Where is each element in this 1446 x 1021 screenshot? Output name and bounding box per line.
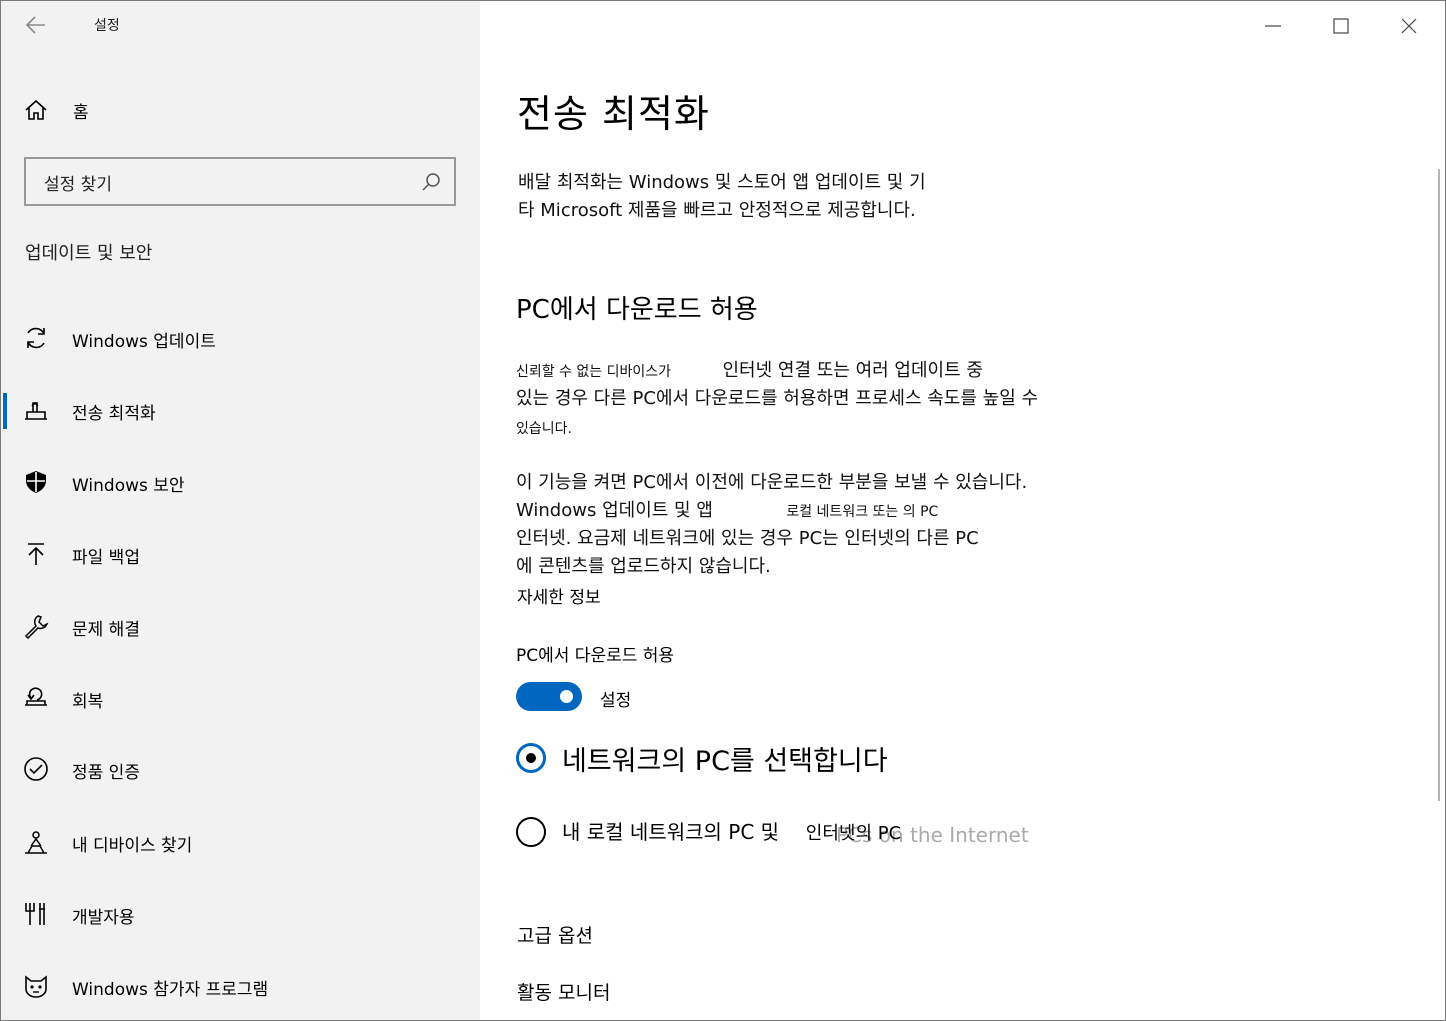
description-fragment: 로컬 네트워크 또는 의 PC bbox=[786, 504, 939, 520]
main-content: 전송 최적화 배달 최적화는 Windows 및 스토어 앱 업데이트 및 기 … bbox=[480, 1, 1445, 1020]
search-icon[interactable] bbox=[420, 171, 442, 193]
app-title: 설정 bbox=[94, 18, 120, 34]
back-arrow-icon[interactable] bbox=[23, 13, 49, 37]
sync-icon bbox=[27, 327, 45, 349]
radio-label[interactable]: 네트워크의 PC를 선택합니다 bbox=[562, 739, 888, 778]
home-label: 홈 bbox=[73, 102, 89, 123]
radio-dot bbox=[526, 753, 536, 763]
radio-local-network[interactable] bbox=[516, 743, 546, 773]
scrollbar[interactable] bbox=[1438, 169, 1440, 801]
page-title: 전송 최적화 bbox=[517, 92, 710, 136]
sidebar-item-label: Windows 참가자 프로그램 bbox=[72, 980, 269, 1000]
description-fragment: 인터넷 연결 또는 여러 업데이트 중 bbox=[722, 360, 983, 381]
sidebar-item-label: 정품 인증 bbox=[72, 763, 140, 783]
toggle-label: PC에서 다운로드 허용 bbox=[516, 646, 675, 666]
developer-tools-icon bbox=[25, 903, 45, 925]
delivery-icon bbox=[25, 401, 47, 420]
insider-cat-icon bbox=[25, 975, 47, 998]
sidebar-item-label: 내 디바이스 찾기 bbox=[72, 836, 193, 856]
description-line: Windows 업데이트 및 앱 로컬 네트워크 또는 의 PC bbox=[516, 497, 938, 526]
sidebar-item-label: 파일 백업 bbox=[72, 548, 140, 568]
description-line: 인터넷. 요금제 네트워크에 있는 경우 PC는 인터넷의 다른 PC bbox=[516, 528, 979, 549]
sidebar-section-title: 업데이트 및 보안 bbox=[25, 243, 153, 264]
recovery-icon bbox=[25, 687, 47, 706]
sidebar-item-troubleshoot[interactable]: 문제 해결 bbox=[1, 605, 480, 649]
learn-more-link[interactable]: 자세한 정보 bbox=[517, 583, 601, 608]
sidebar-item-developers[interactable]: 개발자용 bbox=[1, 893, 480, 937]
description-fragment: Windows 업데이트 및 앱 bbox=[516, 500, 713, 521]
description-line: 이 기능을 켜면 PC에서 이전에 다운로드한 부분을 보낼 수 있습니다. bbox=[516, 472, 1028, 493]
sidebar-item-label: Windows 업데이트 bbox=[72, 332, 216, 352]
search-placeholder: 설정 찾기 bbox=[44, 175, 112, 195]
maximize-icon[interactable] bbox=[1330, 15, 1352, 37]
minimize-icon[interactable] bbox=[1262, 15, 1284, 37]
sidebar-item-windows-update[interactable]: Windows 업데이트 bbox=[1, 317, 480, 361]
sidebar-item-label: 개발자용 bbox=[72, 908, 135, 928]
activity-monitor-link[interactable]: 활동 모니터 bbox=[517, 978, 610, 1005]
toggle-knob bbox=[560, 690, 573, 703]
radio-label-fragment: 내 로컬 네트워크의 PC 및 bbox=[562, 820, 780, 844]
home-icon bbox=[25, 99, 47, 120]
radio-local-and-internet[interactable] bbox=[516, 817, 546, 847]
sidebar-item-activation[interactable]: 정품 인증 bbox=[1, 748, 480, 792]
upload-arrow-icon bbox=[28, 543, 44, 565]
radio-label-fragment: 인터넷의 PC bbox=[805, 823, 902, 844]
sidebar-item-find-my-device[interactable]: 내 디바이스 찾기 bbox=[1, 821, 480, 865]
sidebar-item-label: 회복 bbox=[72, 692, 104, 712]
description-line: 신뢰할 수 없는 디바이스가 인터넷 연결 또는 여러 업데이트 중 bbox=[516, 357, 983, 386]
description-fragment: 신뢰할 수 없는 디바이스가 bbox=[516, 364, 672, 380]
allow-downloads-toggle[interactable] bbox=[516, 682, 582, 711]
description-line: 에 콘텐츠를 업로드하지 않습니다. bbox=[516, 556, 771, 577]
sidebar-item-file-backup[interactable]: 파일 백업 bbox=[1, 533, 480, 577]
settings-window: 설정 홈 설정 찾기 업데이트 및 보안 Windows 업데이트 전송 최적화… bbox=[0, 0, 1446, 1021]
sidebar-item-label: 문제 해결 bbox=[72, 620, 140, 640]
advanced-options-link[interactable]: 고급 옵션 bbox=[517, 921, 593, 948]
home-nav-item[interactable]: 홈 bbox=[23, 95, 89, 125]
intro-line: 타 Microsoft 제품을 빠르고 안정적으로 제공합니다. bbox=[518, 200, 916, 221]
intro-text: 배달 최적화는 Windows 및 스토어 앱 업데이트 및 기 타 Micro… bbox=[518, 169, 1008, 225]
sidebar: 설정 홈 설정 찾기 업데이트 및 보안 Windows 업데이트 전송 최적화… bbox=[1, 1, 480, 1020]
toggle-state-label: 설정 bbox=[600, 691, 632, 711]
sidebar-item-label: 전송 최적화 bbox=[72, 404, 156, 424]
check-circle-icon bbox=[24, 757, 48, 781]
shield-icon bbox=[26, 471, 46, 493]
sidebar-item-windows-insider[interactable]: Windows 참가자 프로그램 bbox=[1, 965, 480, 1009]
sidebar-item-delivery-optimization[interactable]: 전송 최적화 bbox=[1, 389, 480, 433]
wrench-icon bbox=[24, 615, 49, 639]
description-line: 있습니다. bbox=[516, 421, 572, 437]
intro-line: 배달 최적화는 Windows 및 스토어 앱 업데이트 및 기 bbox=[518, 172, 926, 193]
sidebar-item-label: Windows 보안 bbox=[72, 476, 185, 496]
sidebar-item-windows-security[interactable]: Windows 보안 bbox=[1, 461, 480, 505]
description-line: 있는 경우 다른 PC에서 다운로드를 허용하면 프로세스 속도를 높일 수 bbox=[516, 388, 1039, 409]
person-location-icon bbox=[25, 831, 47, 854]
radio-label[interactable]: 내 로컬 네트워크의 PC 및 인터넷의 PC bbox=[562, 816, 901, 845]
search-input[interactable]: 설정 찾기 bbox=[24, 157, 456, 206]
sidebar-item-recovery[interactable]: 회복 bbox=[1, 677, 480, 721]
close-icon[interactable] bbox=[1398, 15, 1420, 37]
section-title: PC에서 다운로드 허용 bbox=[516, 295, 758, 325]
